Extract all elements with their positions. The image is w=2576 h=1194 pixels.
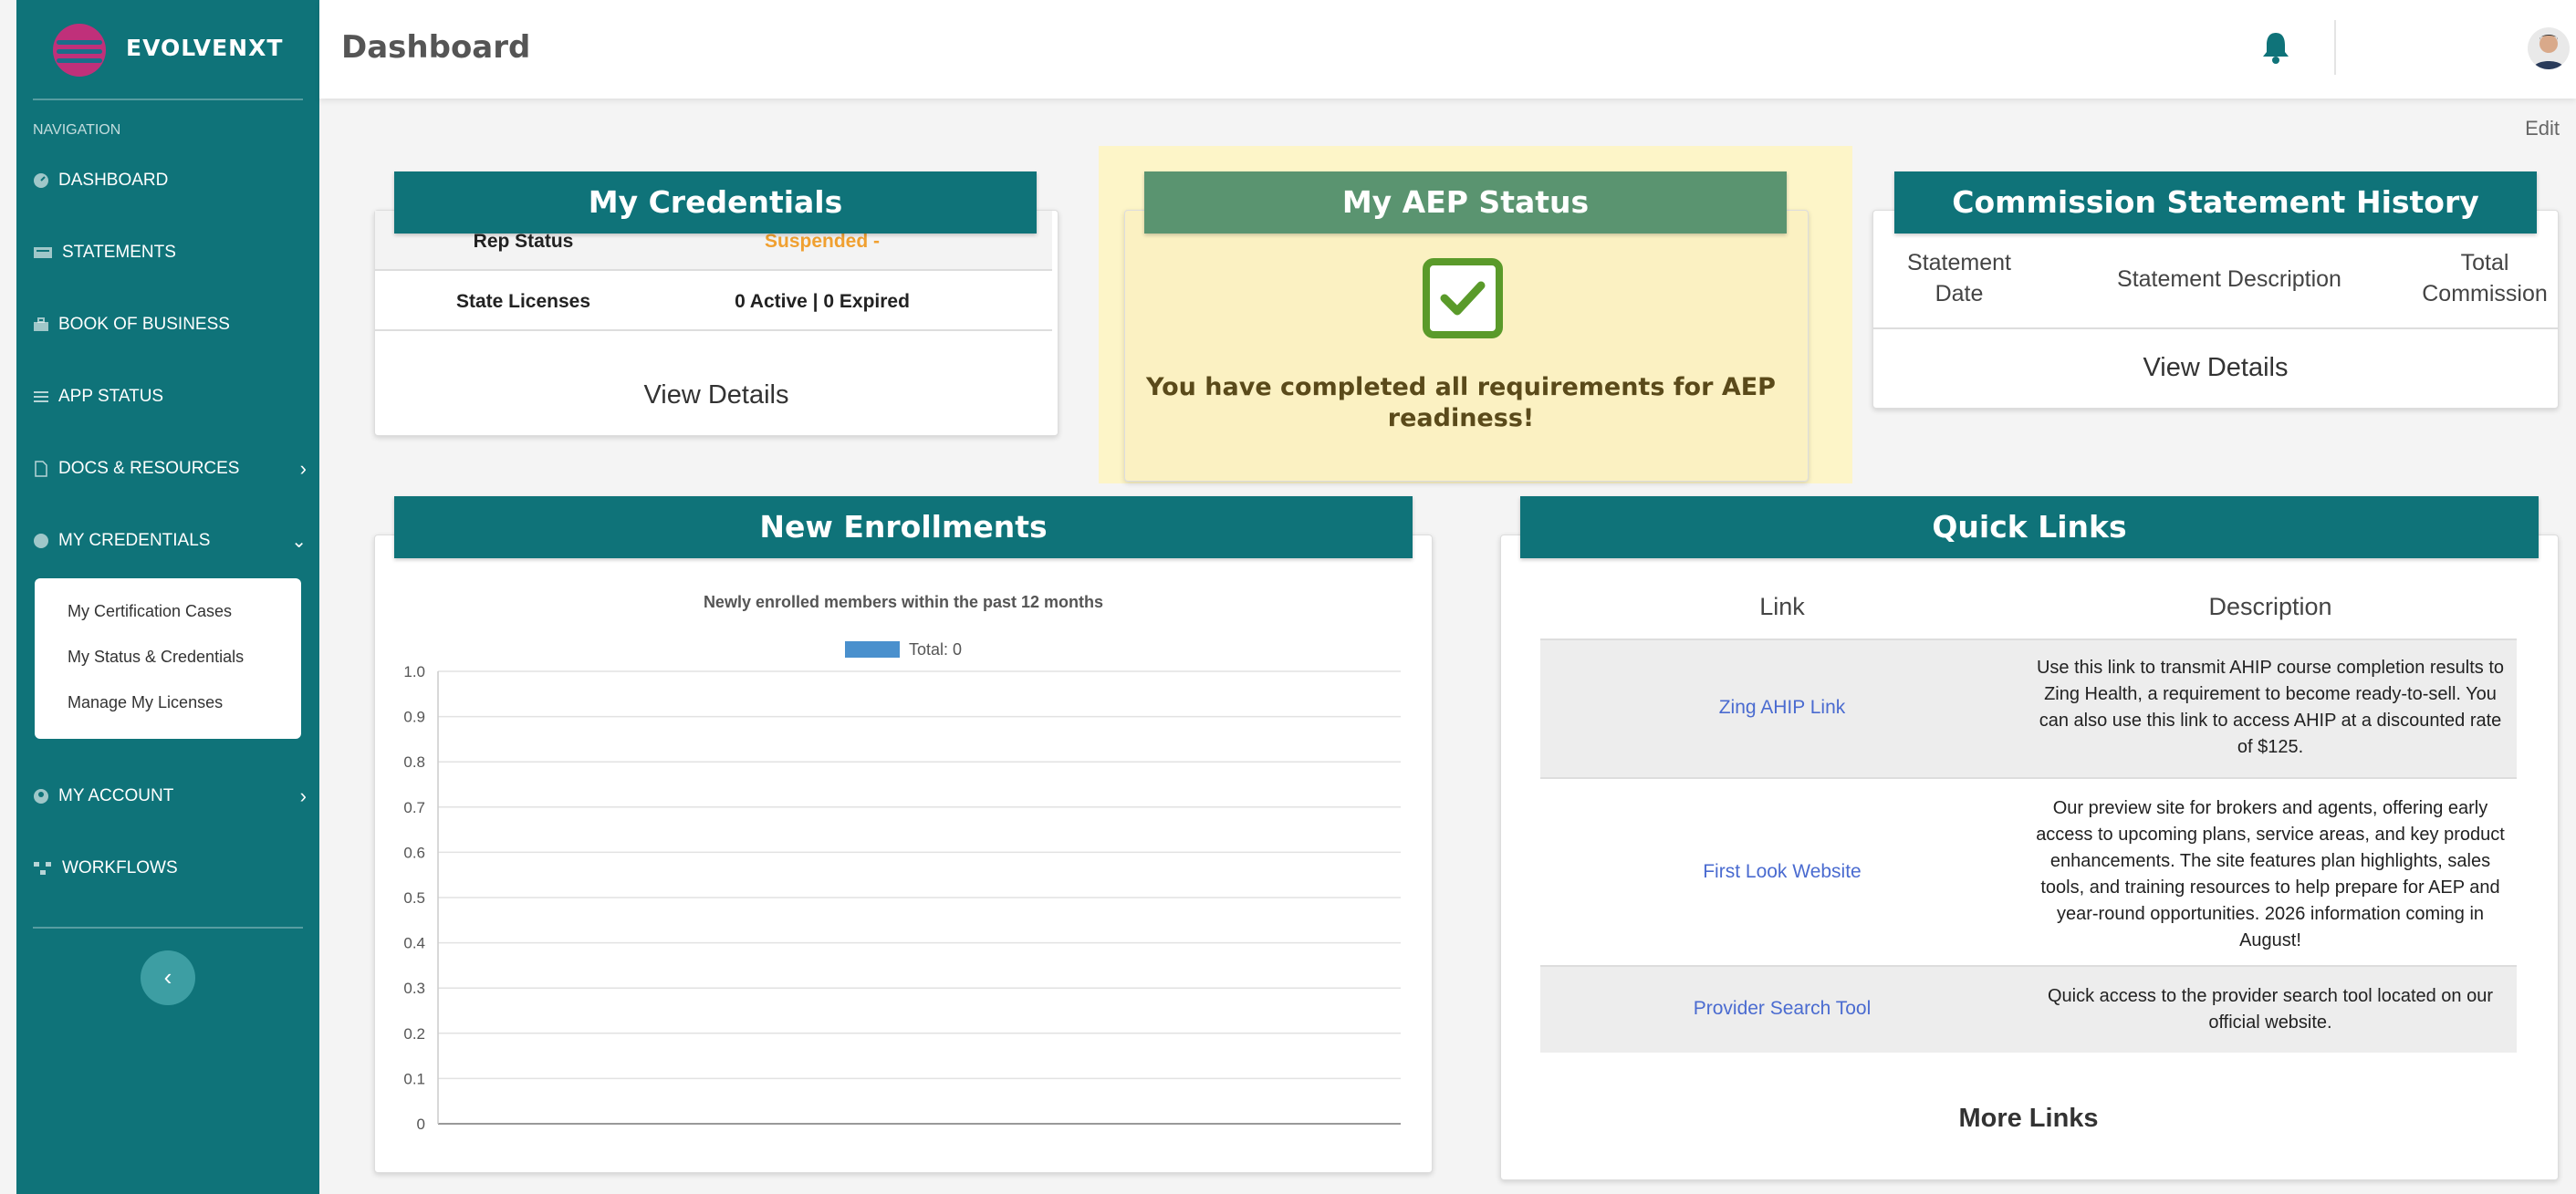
row-description: Use this link to transmit AHIP course co…	[2036, 658, 2505, 757]
y-tick-label: 0.1	[403, 1070, 425, 1087]
credentials-card: Rep Status Suspended - State Licenses 0 …	[374, 210, 1059, 436]
chevron-right-icon: ›	[299, 784, 307, 807]
document-icon	[35, 461, 47, 477]
sidebar-item-docs-resources[interactable]: DOCS & RESOURCES ›	[33, 451, 307, 487]
statements-icon	[34, 247, 52, 258]
column-header-link: Link	[1759, 593, 1805, 620]
y-tick-label: 0.7	[403, 799, 425, 816]
sidebar-item-my-credentials[interactable]: MY CREDENTIALS ⌄	[33, 523, 307, 559]
quick-links-title: Quick Links	[1520, 496, 2539, 558]
dashboard-icon	[34, 173, 48, 188]
sidebar-item-workflows[interactable]: WORKFLOWS	[33, 850, 307, 887]
commission-title: Commission Statement History	[1894, 171, 2537, 234]
briefcase-icon	[34, 317, 48, 331]
sidebar-divider	[33, 99, 303, 100]
header-separator	[2334, 20, 2336, 75]
y-tick-label: 1.0	[403, 663, 425, 680]
provider-search-tool-link[interactable]: Provider Search Tool	[1540, 998, 2024, 1020]
y-tick-label: 0.4	[403, 935, 425, 952]
commission-view-details[interactable]: View Details	[1873, 353, 2558, 383]
credentials-row: State Licenses 0 Active | 0 Expired	[375, 271, 1052, 331]
state-licenses-label: State Licenses	[455, 291, 591, 312]
credentials-view-details[interactable]: View Details	[375, 380, 1058, 410]
y-tick-label: 0.5	[403, 889, 425, 907]
enrollments-chart: 1.0 0.9 0.8 0.7 0.6 0.5 0.4 0.3 0.2 0.1 0	[403, 663, 1401, 1131]
brand[interactable]: EVOLVENXT	[16, 0, 319, 99]
sidebar-item-label: MY CREDENTIALS	[58, 531, 211, 550]
rep-status-value: Suspended -	[764, 231, 880, 252]
y-tick-label: 0.2	[403, 1025, 425, 1043]
bell-icon[interactable]	[2259, 29, 2292, 66]
column-header-statement-description: Statement Description	[2117, 266, 2341, 292]
rep-status-label: Rep Status	[473, 231, 574, 252]
nav-caption: NAVIGATION	[33, 122, 121, 138]
user-circle-icon	[34, 789, 48, 804]
commission-card: Statement Date Statement Description Tot…	[1872, 210, 2559, 409]
table-row: First Look Website Our preview site for …	[1540, 777, 2517, 967]
column-header-statement-date: Statement Date	[1907, 250, 2011, 306]
sidebar-item-dashboard[interactable]: DASHBOARD	[33, 162, 307, 199]
table-row: Zing AHIP Link Use this link to transmit…	[1540, 640, 2517, 777]
sidebar-divider	[33, 927, 303, 929]
credentials-submenu: My Certification Cases My Status & Crede…	[35, 578, 301, 739]
edit-link[interactable]: Edit	[2525, 117, 2560, 140]
column-header-total-commission: Total Commission	[2422, 250, 2548, 306]
y-tick-label: 0.8	[403, 753, 425, 771]
top-bar: Dashboard	[319, 0, 2576, 99]
y-tick-label: 0	[417, 1116, 425, 1131]
aep-message: You have completed all requirements for …	[1146, 373, 1776, 432]
sidebar-item-label: BOOK OF BUSINESS	[58, 315, 230, 334]
list-icon	[34, 391, 48, 402]
y-tick-label: 0.6	[403, 844, 425, 861]
collapse-sidebar-button[interactable]: ‹	[141, 950, 195, 1005]
chevron-right-icon: ›	[299, 457, 307, 480]
sidebar-item-label: MY ACCOUNT	[58, 786, 174, 805]
chevron-left-icon: ‹	[163, 963, 172, 991]
legend-swatch[interactable]	[845, 641, 900, 658]
sidebar-item-my-account[interactable]: MY ACCOUNT ›	[33, 778, 307, 815]
sidebar-item-label: DOCS & RESOURCES	[58, 459, 240, 478]
sidebar: EVOLVENXT NAVIGATION DASHBOARD STATEMENT…	[16, 0, 319, 1194]
aep-card	[1124, 210, 1809, 482]
credentials-title: My Credentials	[394, 171, 1037, 234]
submenu-item-status-credentials[interactable]: My Status & Credentials	[68, 648, 244, 667]
chevron-down-icon: ⌄	[291, 531, 307, 552]
column-header-description: Description	[2208, 593, 2332, 620]
sidebar-item-label: APP STATUS	[58, 387, 164, 406]
submenu-item-manage-licenses[interactable]: Manage My Licenses	[68, 693, 223, 712]
enrollments-title: New Enrollments	[394, 496, 1413, 558]
first-look-website-link[interactable]: First Look Website	[1540, 861, 2024, 883]
brand-name: EVOLVENXT	[126, 35, 284, 61]
page-title: Dashboard	[341, 29, 531, 66]
app-root: EVOLVENXT NAVIGATION DASHBOARD STATEMENT…	[0, 0, 2576, 1194]
user-avatar-icon	[2533, 35, 2564, 69]
brand-logo	[53, 24, 106, 77]
row-description: Our preview site for brokers and agents,…	[2036, 798, 2505, 950]
table-divider	[1873, 327, 2558, 329]
zing-ahip-link[interactable]: Zing AHIP Link	[1540, 697, 2024, 719]
row-description: Quick access to the provider search tool…	[2047, 986, 2494, 1033]
sidebar-item-app-status[interactable]: APP STATUS	[33, 379, 307, 415]
avatar[interactable]	[2528, 27, 2570, 69]
aep-title: My AEP Status	[1144, 171, 1787, 234]
table-row: Provider Search Tool Quick access to the…	[1540, 967, 2517, 1053]
sidebar-item-book-of-business[interactable]: BOOK OF BUSINESS	[33, 306, 307, 343]
credentials-icon	[34, 534, 48, 548]
y-tick-label: 0.9	[403, 709, 425, 726]
submenu-item-certification-cases[interactable]: My Certification Cases	[68, 602, 232, 621]
more-links-button[interactable]: More Links	[1522, 1104, 2535, 1134]
sidebar-item-label: WORKFLOWS	[62, 858, 178, 877]
workflow-icon	[34, 862, 51, 875]
sidebar-item-label: DASHBOARD	[58, 171, 169, 190]
sidebar-item-label: STATEMENTS	[62, 243, 176, 262]
chart-title: Newly enrolled members within the past 1…	[703, 593, 1104, 611]
state-licenses-value: 0 Active | 0 Expired	[735, 291, 910, 312]
sidebar-item-statements[interactable]: STATEMENTS	[33, 234, 307, 271]
checkbox-check-icon	[1423, 258, 1503, 338]
y-tick-label: 0.3	[403, 980, 425, 997]
